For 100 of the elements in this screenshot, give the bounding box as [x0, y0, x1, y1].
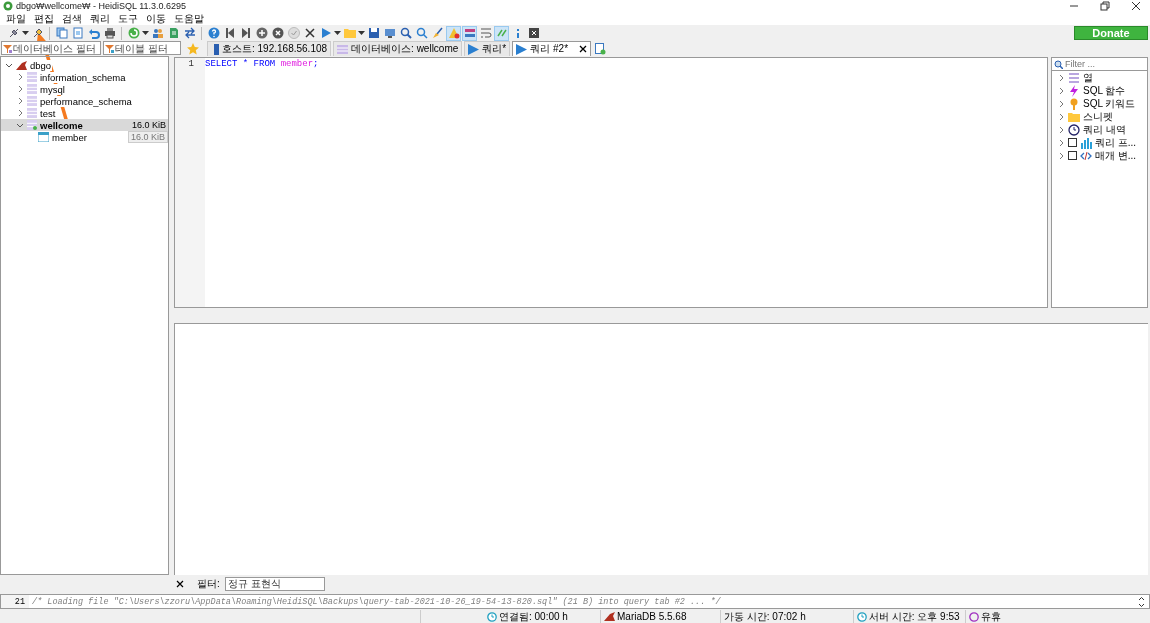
star-icon: [187, 42, 199, 55]
folder-icon: [1068, 110, 1080, 123]
database-icon: [27, 108, 37, 118]
cross-circle-button[interactable]: [270, 25, 285, 41]
helper-item[interactable]: 열: [1052, 71, 1147, 84]
status-text: 유휴: [981, 609, 1001, 623]
menu-item[interactable]: 이동: [142, 11, 170, 26]
plus-circle-button[interactable]: [254, 25, 269, 41]
helper-item[interactable]: SQL 함수: [1052, 84, 1147, 97]
circle-icon: [969, 611, 979, 622]
warning-icon: [447, 27, 460, 39]
menu-item[interactable]: 도구: [114, 11, 142, 26]
tree-row[interactable]: mysql: [1, 83, 168, 95]
tree-label: mysql: [40, 83, 66, 95]
plug-icon: [7, 27, 20, 39]
caret-icon: [22, 30, 29, 36]
status-text: MariaDB 5.5.68: [617, 611, 687, 622]
tab[interactable]: 데이터베이스: wellcome: [333, 41, 463, 56]
filter-field[interactable]: 데이터베이스 필터: [1, 41, 101, 55]
first-icon: [223, 27, 236, 39]
tree-row[interactable]: dbgo: [1, 59, 168, 71]
search-icon: [415, 27, 428, 39]
users-icon: [151, 27, 164, 39]
filter-icon: [105, 43, 114, 53]
filter-field[interactable]: 테이블 필터: [103, 41, 181, 55]
menu-item[interactable]: 검색: [58, 11, 86, 26]
sql-editor[interactable]: 1 SELECT * FROM member;: [174, 57, 1048, 308]
restore-icon: [1100, 1, 1110, 11]
dolphin-icon: [16, 60, 27, 70]
cross-icon: [303, 27, 316, 39]
search-icon: [1054, 59, 1063, 69]
window-title: dbgo₩wellcome₩ - HeidiSQL 11.3.0.6295: [16, 1, 187, 11]
clock-icon: [857, 611, 867, 622]
menu-item[interactable]: 쿼리: [86, 11, 114, 26]
printer-button[interactable]: [102, 25, 117, 41]
helper-item[interactable]: SQL 키워드: [1052, 97, 1147, 110]
menu-item[interactable]: 편집: [30, 11, 58, 26]
status-text: 가동 시간: 07:02 h: [724, 609, 806, 623]
database-icon: [27, 84, 37, 94]
log-message: /* Loading file "C:\Users\zzoru\AppData\Roaming\HeidiSQL\Backups\query-tab-2021-10-26_19-54-13-820.sql" (21 B) into query tab #2 ... */: [31, 596, 722, 607]
database-icon: [27, 96, 37, 106]
tab[interactable]: 쿼리*: [464, 41, 511, 56]
scroll-arrows-icon: [1138, 595, 1145, 608]
swap-arrows-button[interactable]: [182, 25, 197, 41]
tree-row[interactable]: test: [1, 107, 168, 119]
code-line: SELECT * FROM member;: [205, 59, 319, 69]
code-icon: [1080, 149, 1092, 162]
close-icon: [579, 45, 588, 53]
close-box-button[interactable]: [526, 25, 541, 41]
new-query-icon: [595, 42, 607, 55]
close-button[interactable]: [176, 579, 184, 588]
tree-row[interactable]: information_schema: [1, 71, 168, 83]
word-wrap-icon: [479, 27, 492, 39]
copy-icon: [55, 27, 68, 39]
clock-icon: [487, 611, 497, 622]
helper-item[interactable]: 쿼리 내역: [1052, 123, 1147, 136]
helper-item[interactable]: 스니펫: [1052, 110, 1147, 123]
tab[interactable]: 쿼리 #2*: [512, 41, 592, 56]
close-icon: [176, 579, 184, 588]
binary-button[interactable]: [462, 25, 477, 41]
checkbox[interactable]: [1068, 151, 1077, 160]
status-text: 연결됨: 00:00 h: [499, 609, 568, 623]
filter-label: 필터:: [197, 576, 220, 591]
check-circle-icon: [287, 27, 300, 39]
tree-row[interactable]: performance_schema: [1, 95, 168, 107]
database-icon: [27, 120, 37, 130]
tree-row[interactable]: member 16.0 KiB: [1, 131, 168, 143]
size-label: 16.0 KiB: [130, 119, 167, 131]
word-wrap-button[interactable]: [478, 25, 493, 41]
printer-icon: [103, 27, 116, 39]
save-button[interactable]: [366, 25, 381, 41]
check-circle-button[interactable]: [286, 25, 301, 41]
tree-row[interactable]: wellcome 16.0 KiB: [1, 119, 168, 131]
helper-item[interactable]: 쿼리 프...: [1052, 136, 1147, 149]
checkbox[interactable]: [1068, 138, 1077, 147]
swap-arrows-icon: [183, 27, 196, 39]
brush-button[interactable]: [430, 25, 445, 41]
warning-button[interactable]: [446, 25, 461, 41]
menu-item[interactable]: 파일: [2, 11, 30, 26]
refresh-button[interactable]: [126, 25, 141, 41]
search-button[interactable]: [414, 25, 429, 41]
helper-item[interactable]: 매개 변...: [1052, 149, 1147, 162]
chevron-down-icon: [4, 61, 13, 69]
binary-icon: [463, 27, 476, 39]
search-button[interactable]: [398, 25, 413, 41]
tree-label: dbgo: [30, 59, 53, 71]
help-button[interactable]: [206, 25, 221, 41]
menu-item[interactable]: 도움말: [170, 11, 208, 26]
save-icon: [367, 27, 380, 39]
folder-icon: [343, 27, 356, 39]
copy-button[interactable]: [54, 25, 69, 41]
lightning-icon: [1068, 84, 1080, 97]
regex-filter-field[interactable]: 정규 표현식: [224, 576, 325, 591]
plug-icon: [31, 27, 44, 39]
caret-icon: [358, 30, 365, 36]
line-number: 1: [187, 59, 194, 69]
paste-icon: [71, 27, 84, 39]
tree-label: performance_schema: [40, 95, 133, 107]
tab[interactable]: 호스트: 192.168.56.108: [207, 41, 332, 56]
database-icon: [337, 43, 349, 55]
